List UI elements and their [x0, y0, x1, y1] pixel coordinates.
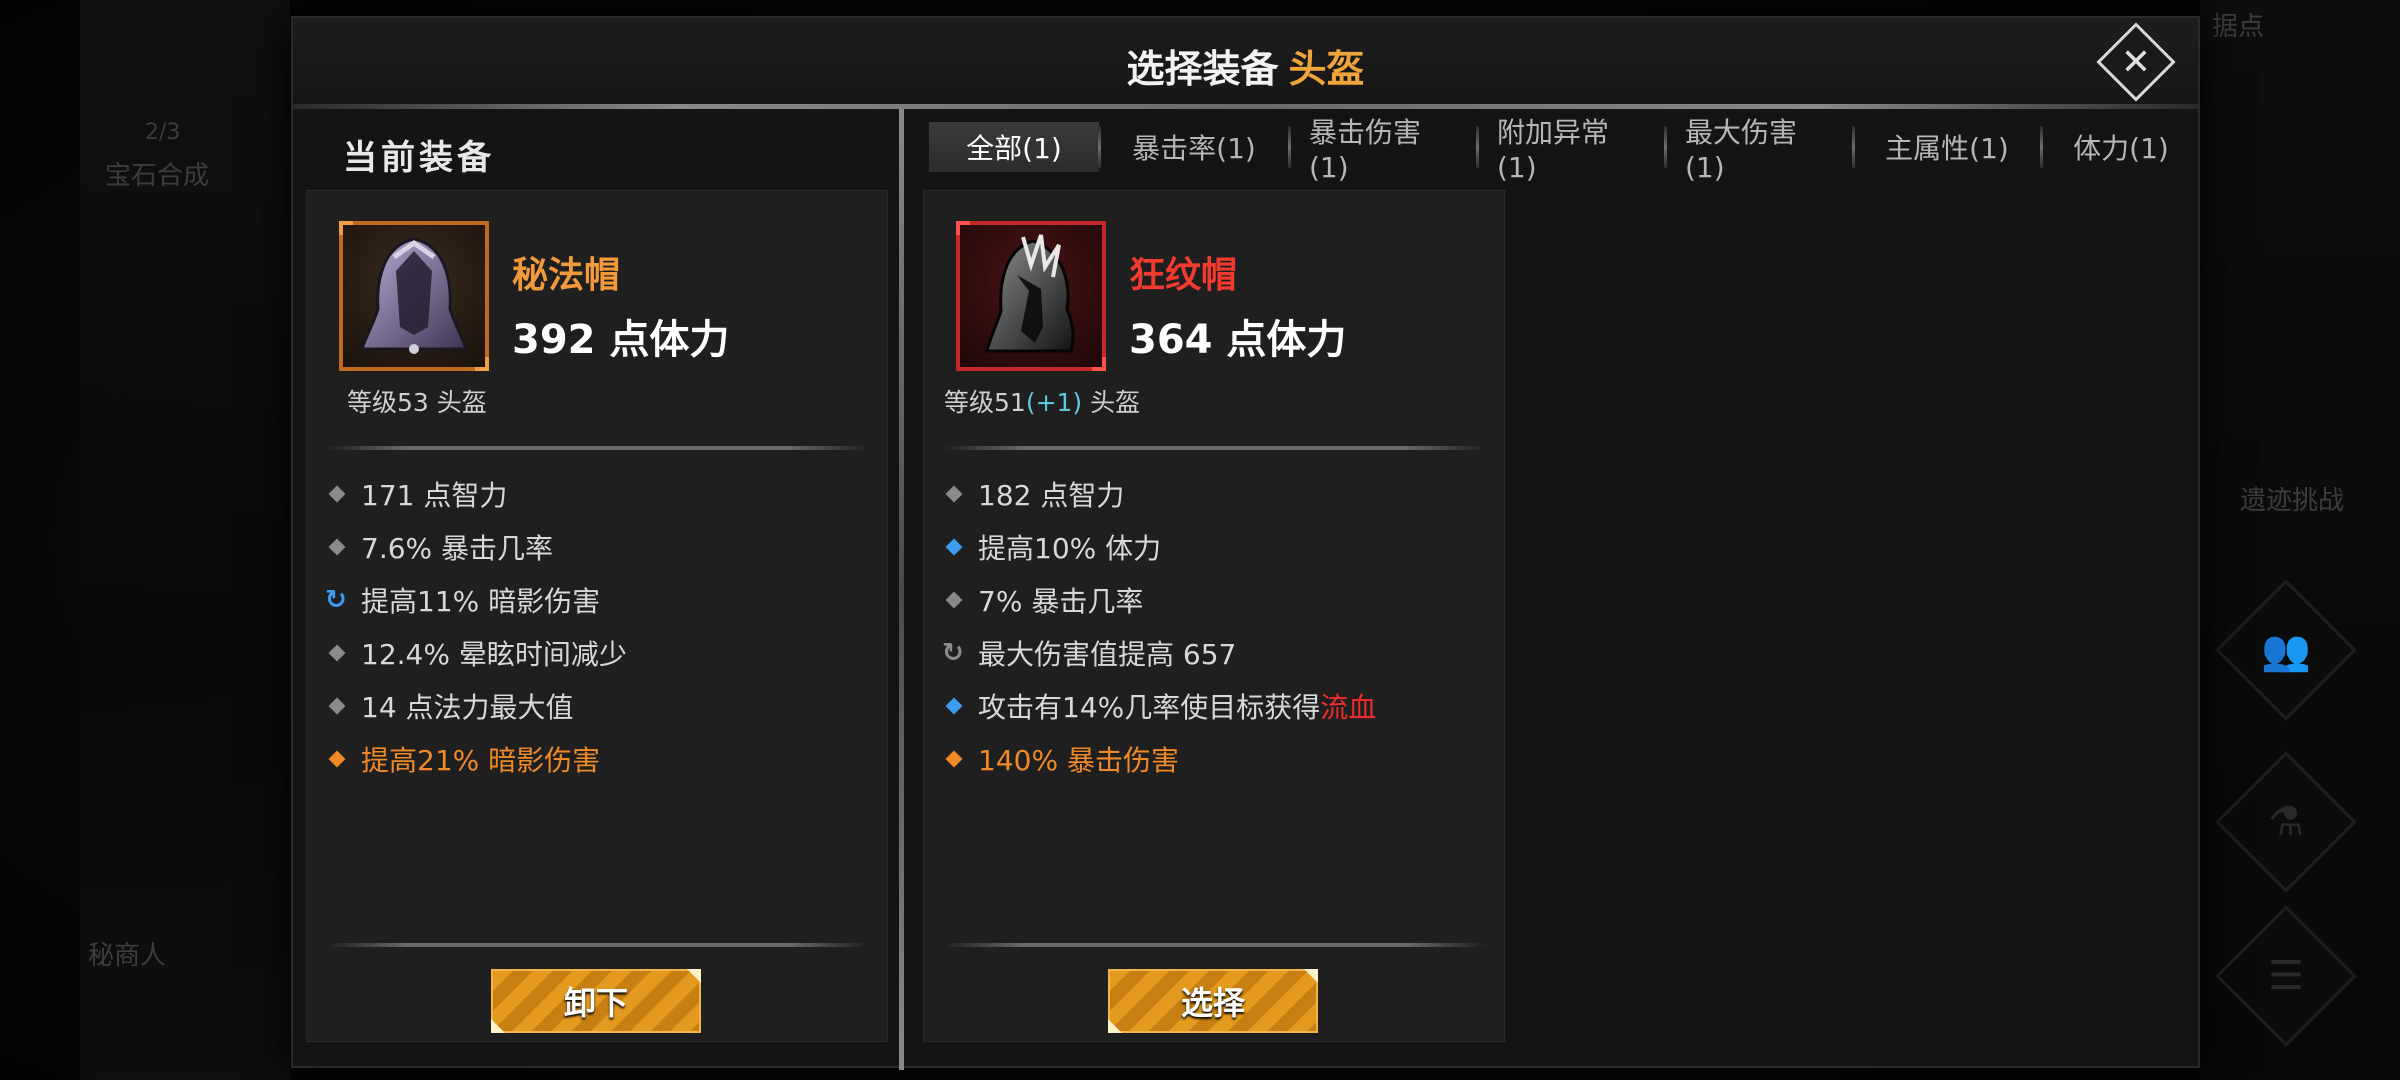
- stat-line: 提高10% 体力: [944, 520, 1484, 573]
- filter-tab[interactable]: 暴击率(1): [1099, 122, 1291, 172]
- stat-line: 171 点智力: [327, 467, 867, 520]
- diamond-bullet-icon: [944, 485, 972, 502]
- card-separator: [944, 943, 1486, 947]
- diamond-bullet-icon: [327, 644, 355, 661]
- list-icon: ☰: [2268, 953, 2304, 999]
- stat-line: 140% 暴击伤害: [944, 732, 1484, 785]
- button-corner: [1108, 1019, 1122, 1033]
- stat-line: ↻ 最大伤害值提高 657: [942, 626, 1484, 679]
- frame-corner: [1092, 357, 1106, 371]
- dialog-header: 选择装备 头盔 ✕: [293, 18, 2198, 108]
- frame-corner: [956, 221, 970, 235]
- candidate-item-icon-frame[interactable]: [956, 221, 1106, 371]
- card-separator: [327, 446, 869, 450]
- stat-text: 7% 暴击几率: [978, 584, 1144, 618]
- stat-line: 182 点智力: [944, 467, 1484, 520]
- filter-tab[interactable]: 暴击伤害(1): [1289, 116, 1479, 184]
- current-item-level: 等级53 头盔: [347, 388, 487, 417]
- stat-text: 182 点智力: [978, 478, 1125, 512]
- filter-tab[interactable]: 最大伤害(1): [1665, 116, 1855, 184]
- filter-tab[interactable]: 体力(1): [2041, 122, 2201, 172]
- potion-icon: ⚗: [2268, 799, 2304, 845]
- stat-text: 7.6% 暴击几率: [361, 531, 554, 565]
- diamond-bullet-icon: [327, 750, 355, 767]
- background-right-panel: [2200, 0, 2400, 1080]
- reroll-icon: ↻: [325, 584, 347, 615]
- bg-gem-count: 2/3: [145, 120, 181, 145]
- candidate-item-level: 等级51(+1) 头盔: [944, 383, 1140, 419]
- diamond-bullet-icon: [944, 750, 972, 767]
- diamond-bullet-icon: [327, 538, 355, 555]
- dialog-title: 选择装备 头盔: [293, 38, 2198, 93]
- frame-corner: [475, 357, 489, 371]
- current-equipment-heading: 当前装备: [343, 138, 495, 178]
- unequip-button[interactable]: 卸下: [491, 969, 701, 1033]
- candidate-item-stats: 182 点智力提高10% 体力 7% 暴击几率 ↻ 最大伤害值提高 657 攻击有14%…: [942, 467, 1484, 785]
- stat-text: 提高21% 暗影伤害: [361, 743, 601, 777]
- filter-tab[interactable]: 主属性(1): [1853, 122, 2043, 172]
- select-button[interactable]: 选择: [1108, 969, 1318, 1033]
- panel-divider: [899, 109, 904, 1070]
- select-button-label: 选择: [1180, 984, 1245, 1022]
- button-corner: [491, 1019, 505, 1033]
- candidate-level-suffix: 头盔: [1082, 388, 1141, 417]
- current-item-stats: 171 点智力 7.6% 暴击几率 ↻ 提高11% 暗影伤害 12.4% 晕眩时间减少 1…: [325, 467, 867, 785]
- equip-select-dialog: 选择装备 头盔 ✕ 当前装备 全部(1) 暴击率(1) 暴击伤害(1) 附加异常(1) 最…: [291, 16, 2201, 1070]
- stat-text: 14 点法力最大值: [361, 690, 574, 724]
- stat-text: 提高10% 体力: [978, 531, 1162, 565]
- diamond-bullet-icon: [944, 591, 972, 608]
- stat-line: 7.6% 暴击几率: [327, 520, 867, 573]
- close-icon: ✕: [2120, 41, 2152, 83]
- diamond-bullet-icon: [327, 485, 355, 502]
- diamond-bullet-icon: [944, 697, 972, 714]
- candidate-item-card[interactable]: 狂纹帽 364 点体力 等级51(+1) 头盔 182 点智力提高10% 体力 7…: [923, 190, 1505, 1042]
- current-item-main-stat: 392 点体力: [512, 317, 730, 363]
- stat-line: ↻ 提高11% 暗影伤害: [325, 573, 867, 626]
- card-separator: [944, 446, 1486, 450]
- stat-text: 最大伤害值提高 657: [978, 637, 1237, 671]
- stat-line: 14 点法力最大值: [327, 679, 867, 732]
- bg-merchant-label: 秘商人: [88, 941, 167, 971]
- stat-text: 140% 暴击伤害: [978, 743, 1179, 777]
- candidate-item-name: 狂纹帽: [1129, 255, 1238, 296]
- current-item-icon-frame[interactable]: [339, 221, 489, 371]
- candidate-level-prefix: 等级51: [944, 388, 1026, 417]
- bg-ranking-label: 据点: [2212, 12, 2265, 42]
- bleed-keyword: 流血: [1320, 690, 1377, 724]
- stat-line: 12.4% 晕眩时间减少: [327, 626, 867, 679]
- party-icon: 👥: [2261, 627, 2311, 674]
- frame-corner: [339, 221, 353, 235]
- stat-text: 171 点智力: [361, 478, 508, 512]
- stat-line: 7% 暴击几率: [944, 573, 1484, 626]
- button-corner: [687, 969, 701, 983]
- button-corner: [1304, 969, 1318, 983]
- stat-text: 攻击有14%几率使目标获得: [978, 690, 1321, 724]
- frenzy-hood-icon: [985, 234, 1075, 353]
- bg-challenge-label: 遗迹挑战: [2240, 486, 2345, 516]
- stat-text: 提高11% 暗影伤害: [361, 584, 601, 618]
- reroll-icon: ↻: [942, 637, 964, 668]
- bg-gem-synthesis-label: 宝石合成: [105, 161, 210, 191]
- filter-tab[interactable]: 附加异常(1): [1477, 116, 1667, 184]
- dialog-title-text: 选择装备: [1126, 47, 1279, 91]
- arcane-hood-icon: [360, 237, 468, 354]
- candidate-level-bonus: (+1): [1025, 388, 1083, 417]
- diamond-bullet-icon: [944, 538, 972, 555]
- header-divider: [293, 104, 2198, 109]
- stat-line: 攻击有14%几率使目标获得 流血: [944, 679, 1484, 732]
- candidate-item-main-stat: 364 点体力: [1129, 317, 1347, 363]
- stat-line: 提高21% 暗影伤害: [327, 732, 867, 785]
- current-item-name: 秘法帽: [512, 255, 621, 296]
- diamond-bullet-icon: [327, 697, 355, 714]
- card-separator: [327, 943, 869, 947]
- filter-tabs: 全部(1) 暴击率(1) 暴击伤害(1) 附加异常(1) 最大伤害(1) 主属性(1) 体力…: [929, 116, 2201, 184]
- stat-text: 12.4% 晕眩时间减少: [361, 637, 627, 671]
- current-item-card: 秘法帽 392 点体力 等级53 头盔 171 点智力 7.6% 暴击几率 ↻ 提高1…: [306, 190, 888, 1042]
- filter-tab[interactable]: 全部(1): [929, 122, 1101, 172]
- dialog-title-slot: 头盔: [1288, 47, 1365, 91]
- unequip-button-label: 卸下: [563, 984, 628, 1022]
